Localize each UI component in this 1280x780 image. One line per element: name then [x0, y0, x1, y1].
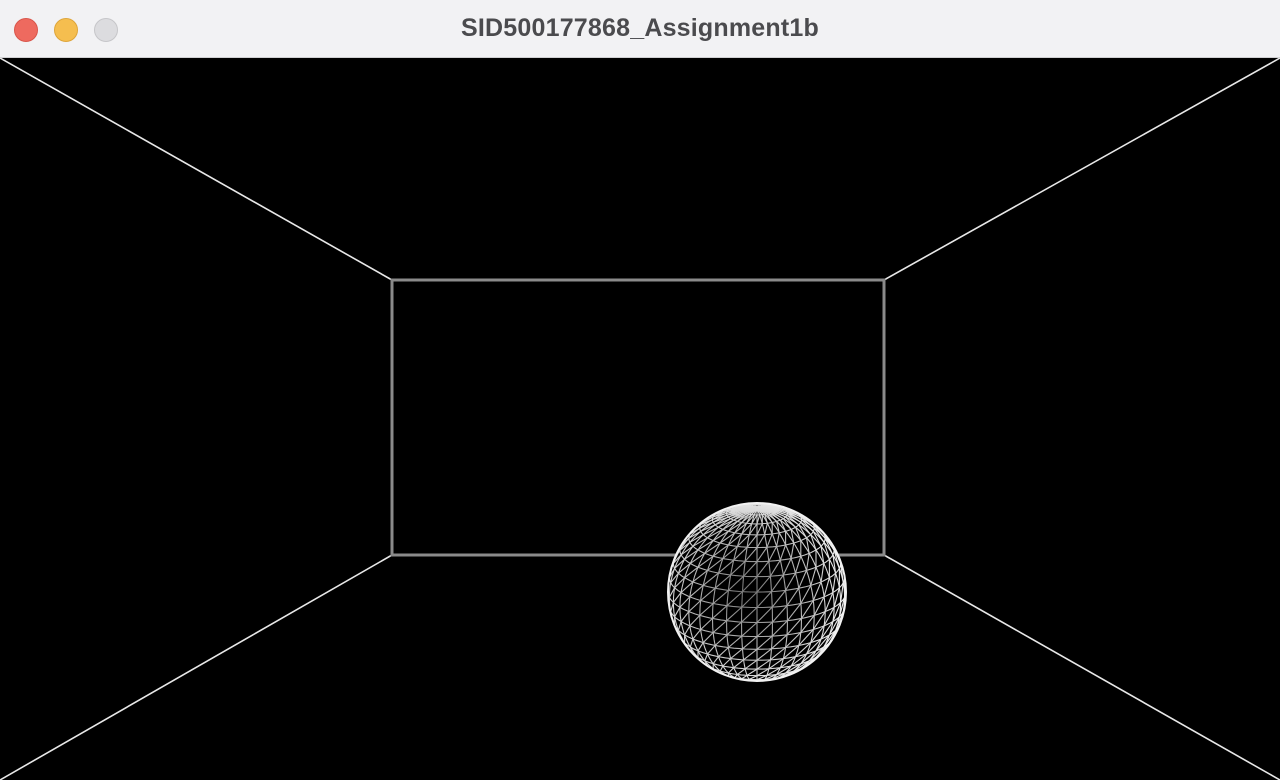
room-edge-bottom-left — [0, 554, 393, 780]
room-edge-top-left — [0, 58, 393, 281]
app-window: SID500177868_Assignment1b — [0, 0, 1280, 780]
wireframe-sphere[interactable] — [667, 502, 847, 682]
render-canvas[interactable] — [0, 58, 1280, 780]
window-title: SID500177868_Assignment1b — [461, 14, 819, 42]
room-edge-top-right — [883, 58, 1280, 281]
title-bar[interactable]: SID500177868_Assignment1b — [0, 0, 1280, 58]
scene-svg — [0, 58, 1280, 780]
back-wall — [390, 278, 886, 557]
room-edge-bottom-right — [883, 554, 1280, 780]
